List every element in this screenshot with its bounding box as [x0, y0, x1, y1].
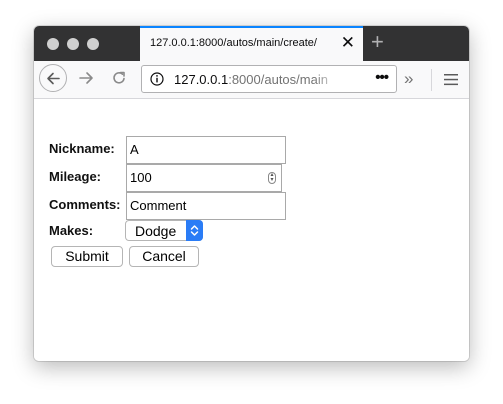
- close-tab-icon[interactable]: ✕: [341, 33, 355, 53]
- url-fade: [314, 66, 340, 92]
- tab-title: 127.0.0.1:8000/autos/main/create/: [150, 37, 317, 49]
- makes-label: Makes:: [49, 223, 94, 238]
- toolbar-separator: [431, 69, 432, 91]
- active-tab[interactable]: 127.0.0.1:8000/autos/main/create/ ✕: [140, 26, 363, 61]
- close-window-button[interactable]: [47, 38, 59, 50]
- comments-field[interactable]: Comment: [126, 192, 286, 220]
- makes-select[interactable]: Dodge: [125, 220, 203, 241]
- minimize-window-button[interactable]: [67, 38, 79, 50]
- toolbar-overflow-icon[interactable]: »: [404, 69, 413, 89]
- page-actions-icon[interactable]: •••: [348, 69, 389, 86]
- makes-selected-value: Dodge: [135, 223, 177, 239]
- url-path: :8000/autos/main: [228, 72, 328, 87]
- new-tab-icon[interactable]: +: [371, 30, 384, 54]
- mileage-label: Mileage:: [49, 169, 102, 184]
- back-arrow-icon: [47, 72, 60, 85]
- reload-button[interactable]: [111, 70, 127, 86]
- cancel-button[interactable]: Cancel: [129, 246, 199, 267]
- back-button[interactable]: [39, 64, 67, 92]
- mileage-value: 100: [130, 170, 152, 185]
- nickname-field[interactable]: A: [126, 136, 286, 164]
- url-text[interactable]: 127.0.0.1:8000/autos/main: [174, 72, 328, 87]
- forward-arrow-icon: [79, 72, 93, 84]
- info-icon[interactable]: [150, 72, 164, 91]
- comments-label: Comments:: [49, 197, 121, 212]
- forward-button[interactable]: [78, 70, 94, 86]
- zoom-window-button[interactable]: [87, 38, 99, 50]
- url-bar[interactable]: 127.0.0.1:8000/autos/main •••: [141, 65, 397, 93]
- mileage-field[interactable]: 100 ▴ ▾: [126, 164, 282, 192]
- nav-toolbar: 127.0.0.1:8000/autos/main ••• »: [34, 61, 469, 99]
- hamburger-menu-icon[interactable]: [444, 73, 458, 91]
- mileage-stepper[interactable]: ▴ ▾: [268, 172, 276, 184]
- updown-chevron-icon: [186, 220, 203, 241]
- reload-icon: [113, 71, 125, 84]
- page-content: Nickname: A Mileage: 100 ▴ ▾ Comments: Co…: [34, 99, 469, 361]
- title-bar: 127.0.0.1:8000/autos/main/create/ ✕ +: [34, 26, 469, 61]
- url-host: 127.0.0.1: [174, 72, 229, 87]
- submit-button[interactable]: Submit: [51, 246, 123, 267]
- nickname-label: Nickname:: [49, 141, 115, 156]
- browser-window: 127.0.0.1:8000/autos/main/create/ ✕ + 12…: [34, 26, 469, 361]
